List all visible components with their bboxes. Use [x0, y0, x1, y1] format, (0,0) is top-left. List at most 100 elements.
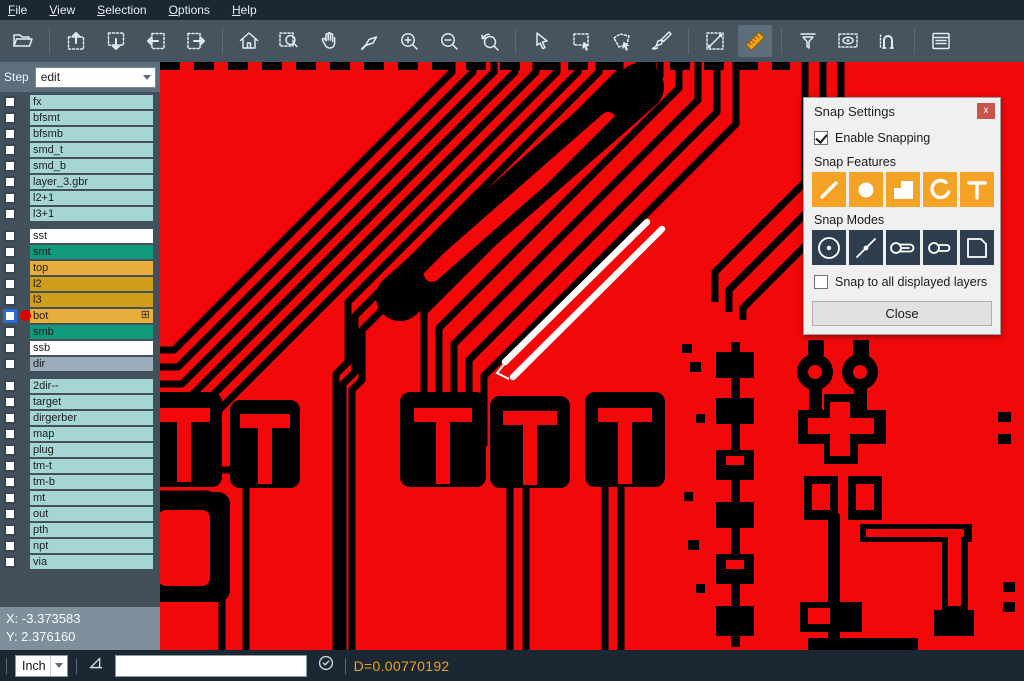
menu-selection[interactable]: Selection: [97, 3, 146, 17]
line-snap-icon[interactable]: [812, 172, 846, 207]
layer-table-icon[interactable]: [924, 25, 958, 57]
layer-item[interactable]: l2+1: [30, 191, 153, 205]
angle-mode-icon[interactable]: [85, 652, 107, 679]
layer-item[interactable]: map: [30, 427, 153, 441]
layer-item[interactable]: smt: [30, 245, 153, 259]
arc-snap-icon[interactable]: [923, 172, 957, 207]
layer-visibility-checkbox[interactable]: [4, 358, 16, 370]
layer-item[interactable]: target: [30, 395, 153, 409]
layer-visibility-checkbox[interactable]: [4, 428, 16, 440]
surface-snap-icon[interactable]: [886, 172, 920, 207]
zoom-in-icon[interactable]: [392, 25, 426, 57]
step-select[interactable]: edit: [35, 67, 156, 88]
layer-item[interactable]: bot: [30, 309, 153, 323]
layer-item[interactable]: plug: [30, 443, 153, 457]
layer-visibility-checkbox[interactable]: [4, 460, 16, 472]
layer-item[interactable]: l2: [30, 277, 153, 291]
layer-grid-icon[interactable]: ⊞: [141, 309, 150, 322]
layer-item[interactable]: sst: [30, 229, 153, 243]
close-button[interactable]: Close: [812, 301, 992, 326]
layer-item[interactable]: pth: [30, 523, 153, 537]
pan-left-icon[interactable]: [139, 25, 173, 57]
layer-visibility-checkbox[interactable]: [4, 396, 16, 408]
poly-select-icon[interactable]: [605, 25, 639, 57]
open-folder-icon[interactable]: [6, 25, 40, 57]
brush-icon[interactable]: [645, 25, 679, 57]
layer-visibility-checkbox[interactable]: [4, 540, 16, 552]
layer-item[interactable]: fx: [30, 95, 153, 109]
layer-visibility-checkbox[interactable]: [4, 246, 16, 258]
zoom-area-icon[interactable]: [272, 25, 306, 57]
close-icon[interactable]: x: [977, 103, 995, 119]
slot-left-snap-icon[interactable]: [923, 230, 957, 265]
select-arrow-icon[interactable]: [525, 25, 559, 57]
layer-item[interactable]: mt: [30, 491, 153, 505]
layer-visibility-checkbox[interactable]: [4, 278, 16, 290]
measure-icon[interactable]: [698, 25, 732, 57]
layer-visibility-checkbox[interactable]: [4, 208, 16, 220]
layer-visibility-checkbox[interactable]: [4, 96, 16, 108]
layer-item[interactable]: via: [30, 555, 153, 569]
midpoint-snap-icon[interactable]: [849, 230, 883, 265]
view-options-icon[interactable]: [831, 25, 865, 57]
zoom-out-icon[interactable]: [432, 25, 466, 57]
layer-item[interactable]: dir: [30, 357, 153, 371]
layer-item[interactable]: tm-b: [30, 475, 153, 489]
layer-visibility-checkbox[interactable]: [4, 524, 16, 536]
layer-visibility-checkbox[interactable]: [4, 492, 16, 504]
menu-options[interactable]: Options: [169, 3, 210, 17]
layer-visibility-checkbox[interactable]: [4, 262, 16, 274]
snap-icon[interactable]: [871, 25, 905, 57]
center-snap-icon[interactable]: [812, 230, 846, 265]
pan-hand-icon[interactable]: [312, 25, 346, 57]
layer-visibility-checkbox[interactable]: [4, 326, 16, 338]
layer-visibility-checkbox[interactable]: [4, 444, 16, 456]
layer-visibility-checkbox[interactable]: [4, 144, 16, 156]
sync-icon[interactable]: [315, 652, 337, 679]
layer-item[interactable]: top: [30, 261, 153, 275]
layer-item[interactable]: npt: [30, 539, 153, 553]
layer-item[interactable]: layer_3.gbr: [30, 175, 153, 189]
home-view-icon[interactable]: [232, 25, 266, 57]
menu-file[interactable]: File: [8, 3, 27, 17]
layer-visibility-checkbox[interactable]: [4, 128, 16, 140]
layer-item[interactable]: dirgerber: [30, 411, 153, 425]
text-snap-icon[interactable]: [960, 172, 994, 207]
layer-visibility-checkbox[interactable]: [4, 294, 16, 306]
layer-item[interactable]: l3: [30, 293, 153, 307]
layer-item[interactable]: smd_b: [30, 159, 153, 173]
pan-up-icon[interactable]: [59, 25, 93, 57]
layer-visibility-checkbox[interactable]: [4, 508, 16, 520]
layer-item[interactable]: bfsmb: [30, 127, 153, 141]
filter-icon[interactable]: [791, 25, 825, 57]
layer-item[interactable]: smd_t: [30, 143, 153, 157]
layer-visibility-checkbox[interactable]: [4, 556, 16, 568]
layer-item[interactable]: ssb: [30, 341, 153, 355]
layer-item[interactable]: smb: [30, 325, 153, 339]
ruler-icon[interactable]: [738, 25, 772, 57]
enable-snapping-checkbox[interactable]: [814, 131, 828, 145]
rect-select-icon[interactable]: [565, 25, 599, 57]
layer-visibility-checkbox[interactable]: [4, 380, 16, 392]
command-input[interactable]: [115, 655, 307, 677]
snap-all-layers-checkbox[interactable]: [814, 275, 828, 289]
zoom-previous-icon[interactable]: [472, 25, 506, 57]
pcb-canvas[interactable]: Snap Settings x Enable Snapping Snap Fea…: [160, 62, 1024, 650]
menu-view[interactable]: View: [49, 3, 75, 17]
layer-visibility-checkbox[interactable]: [4, 230, 16, 242]
layer-visibility-checkbox[interactable]: [4, 176, 16, 188]
layer-item[interactable]: l3+1: [30, 207, 153, 221]
layer-visibility-checkbox[interactable]: [4, 160, 16, 172]
layer-visibility-checkbox[interactable]: [4, 412, 16, 424]
menu-help[interactable]: Help: [232, 3, 257, 17]
pan-down-icon[interactable]: [99, 25, 133, 57]
pad-snap-icon[interactable]: [849, 172, 883, 207]
layer-item[interactable]: out: [30, 507, 153, 521]
zoom-dynamic-icon[interactable]: [352, 25, 386, 57]
pan-right-icon[interactable]: [179, 25, 213, 57]
layer-item[interactable]: bfsmt: [30, 111, 153, 125]
contour-snap-icon[interactable]: [960, 230, 994, 265]
slot-right-snap-icon[interactable]: [886, 230, 920, 265]
layer-visibility-checkbox[interactable]: [4, 342, 16, 354]
layer-item[interactable]: tm-t: [30, 459, 153, 473]
